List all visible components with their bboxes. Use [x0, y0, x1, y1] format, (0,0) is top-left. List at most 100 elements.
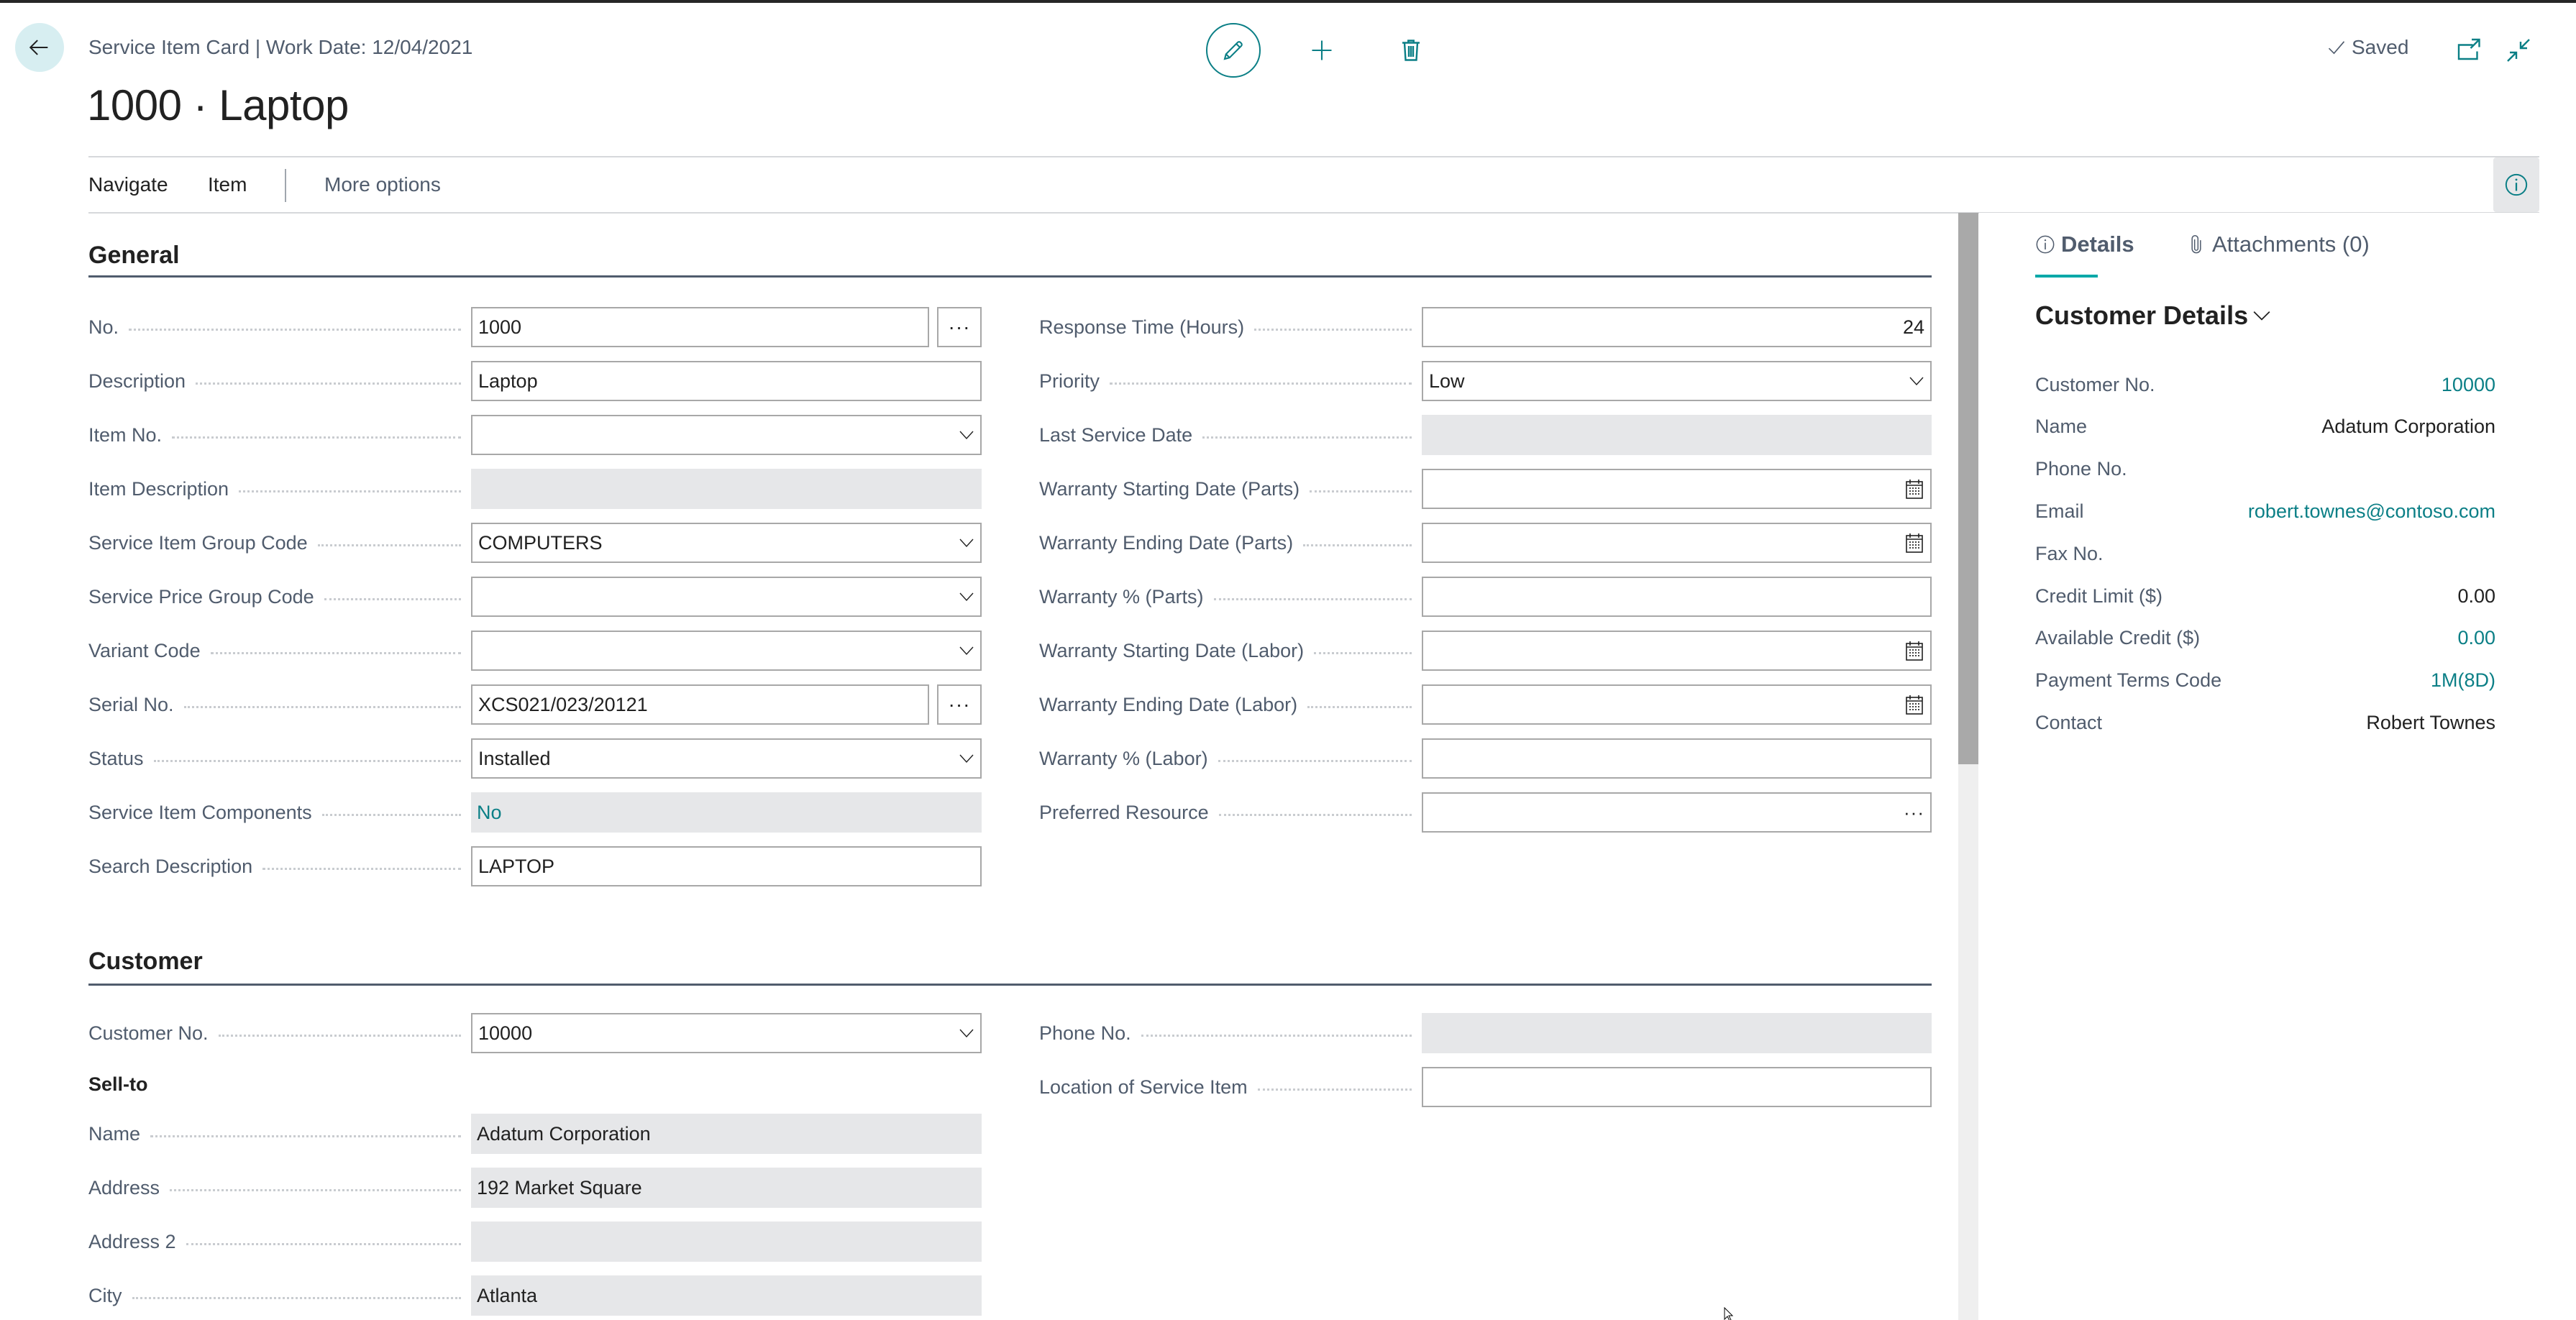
leader-dots: [186, 1243, 461, 1245]
calendar-icon: [1906, 533, 1923, 553]
leader-dots: [132, 1297, 461, 1299]
factbox-tab-details[interactable]: Details: [2035, 232, 2134, 257]
preferred-resource-field[interactable]: ···: [1422, 792, 1932, 833]
serial-no-label: Serial No.: [88, 693, 174, 715]
serial-no-assist-button[interactable]: ···: [937, 684, 982, 725]
leader-dots: [1257, 1088, 1412, 1091]
leader-dots: [1218, 814, 1412, 816]
city-value: Atlanta: [477, 1284, 538, 1306]
no-field[interactable]: 1000: [471, 307, 929, 347]
factbox-row-value: 0.00: [2457, 585, 2495, 607]
address-label: Address: [88, 1176, 160, 1198]
factbox-row-value: Robert Townes: [2366, 711, 2495, 733]
chevron-down-icon: [959, 592, 974, 602]
section-customer-title[interactable]: Customer: [88, 948, 203, 976]
factbox-row-value: Adatum Corporation: [2321, 416, 2495, 438]
service-item-group-code-value: COMPUTERS: [478, 531, 603, 554]
warranty-parts-field[interactable]: [1422, 577, 1932, 617]
factbox-row-value[interactable]: 10000: [2442, 374, 2495, 396]
factbox-toggle-button[interactable]: [2493, 157, 2539, 212]
leader-dots: [324, 598, 461, 600]
leader-dots: [1141, 1035, 1412, 1037]
factbox-row-value[interactable]: 1M(8D): [2431, 669, 2495, 692]
customer-details-heading[interactable]: Customer Details: [2035, 301, 2271, 331]
factbox-row-name: Name Adatum Corporation: [2035, 413, 2495, 441]
mouse-cursor-icon: [1724, 1307, 1734, 1320]
factbox-tab-attachments-label: Attachments (0): [2212, 232, 2370, 257]
customer-no-label: Customer No.: [88, 1022, 209, 1044]
content-scrollbar[interactable]: [1958, 213, 1978, 1320]
leader-dots: [1218, 760, 1412, 762]
leader-dots: [321, 814, 461, 816]
factbox-row-value[interactable]: robert.townes@contoso.com: [2248, 500, 2495, 523]
city-field: Atlanta: [471, 1275, 982, 1316]
action-more-options[interactable]: More options: [324, 173, 441, 196]
no-label: No.: [88, 316, 119, 338]
address-2-label: Address 2: [88, 1230, 176, 1252]
edit-button[interactable]: [1206, 23, 1261, 78]
pencil-icon: [1223, 41, 1243, 60]
description-field[interactable]: Laptop: [471, 361, 982, 401]
warranty-parts-label: Warranty % (Parts): [1039, 585, 1204, 608]
factbox-row-available-credit: Available Credit ($) 0.00: [2035, 624, 2495, 653]
warranty-ending-date-labor-label: Warranty Ending Date (Labor): [1039, 693, 1298, 715]
leader-dots: [170, 1189, 461, 1191]
item-no-dropdown[interactable]: [471, 415, 982, 455]
factbox-row-payment-terms-code: Payment Terms Code 1M(8D): [2035, 666, 2495, 695]
leader-dots: [183, 706, 461, 708]
response-time-hours-field[interactable]: 24: [1422, 307, 1932, 347]
leader-dots: [1254, 329, 1412, 331]
service-price-group-code-dropdown[interactable]: [471, 577, 982, 617]
status-dropdown[interactable]: Installed: [471, 738, 982, 779]
leader-dots: [1310, 490, 1412, 492]
status-label: Status: [88, 747, 144, 769]
action-navigate[interactable]: Navigate: [88, 173, 168, 196]
scrollbar-thumb[interactable]: [1958, 213, 1978, 764]
warranty-ending-date-parts-field[interactable]: [1422, 523, 1932, 563]
serial-no-value: XCS021/023/20121: [478, 693, 648, 715]
factbox-pane: Details Attachments (0) Customer Details…: [1979, 213, 2576, 1320]
search-description-label: Search Description: [88, 855, 253, 877]
saved-status: Saved: [2326, 36, 2408, 59]
variant-code-dropdown[interactable]: [471, 631, 982, 671]
service-item-group-code-dropdown[interactable]: COMPUTERS: [471, 523, 982, 563]
action-item[interactable]: Item: [208, 173, 247, 196]
delete-button[interactable]: [1392, 32, 1430, 69]
search-description-field[interactable]: LAPTOP: [471, 846, 982, 886]
back-button[interactable]: [15, 23, 64, 72]
priority-dropdown[interactable]: Low: [1422, 361, 1932, 401]
new-button[interactable]: [1303, 32, 1340, 69]
factbox-tab-attachments[interactable]: Attachments (0): [2186, 232, 2370, 257]
warranty-starting-date-parts-field[interactable]: [1422, 469, 1932, 509]
serial-no-field[interactable]: XCS021/023/20121: [471, 684, 929, 725]
factbox-row-label: Phone No.: [2035, 458, 2127, 480]
open-in-new-window-button[interactable]: [2455, 36, 2484, 65]
customer-no-dropdown[interactable]: 10000: [471, 1013, 982, 1053]
item-description-field: [471, 469, 982, 509]
service-item-components-value[interactable]: No: [477, 802, 976, 824]
warranty-starting-date-labor-field[interactable]: [1422, 631, 1932, 671]
warranty-labor-field[interactable]: [1422, 738, 1932, 779]
leader-dots: [1213, 598, 1412, 600]
action-bar: Navigate Item More options: [88, 156, 2539, 214]
section-general-title[interactable]: General: [88, 242, 180, 270]
factbox-row-label: Credit Limit ($): [2035, 585, 2163, 607]
leader-dots: [150, 1135, 461, 1137]
lookup-ellipsis-icon[interactable]: ···: [1904, 802, 1924, 824]
leader-dots: [129, 329, 461, 331]
collapse-icon: [2507, 39, 2530, 62]
item-no-label: Item No.: [88, 423, 163, 446]
location-of-service-item-field[interactable]: [1422, 1067, 1932, 1107]
collapse-button[interactable]: [2503, 35, 2534, 66]
service-item-components-label: Service Item Components: [88, 801, 312, 823]
address-field: 192 Market Square: [471, 1168, 982, 1208]
sell-to-group-label: Sell-to: [88, 1073, 148, 1095]
name-label: Name: [88, 1122, 141, 1145]
phone-no-field: [1422, 1013, 1932, 1053]
warranty-ending-date-labor-field[interactable]: [1422, 684, 1932, 725]
arrow-left-icon: [29, 40, 48, 55]
section-customer-rule: [88, 984, 1932, 986]
no-assist-button[interactable]: ···: [937, 307, 982, 347]
chevron-down-icon: [959, 431, 974, 440]
factbox-row-value[interactable]: 0.00: [2457, 627, 2495, 649]
